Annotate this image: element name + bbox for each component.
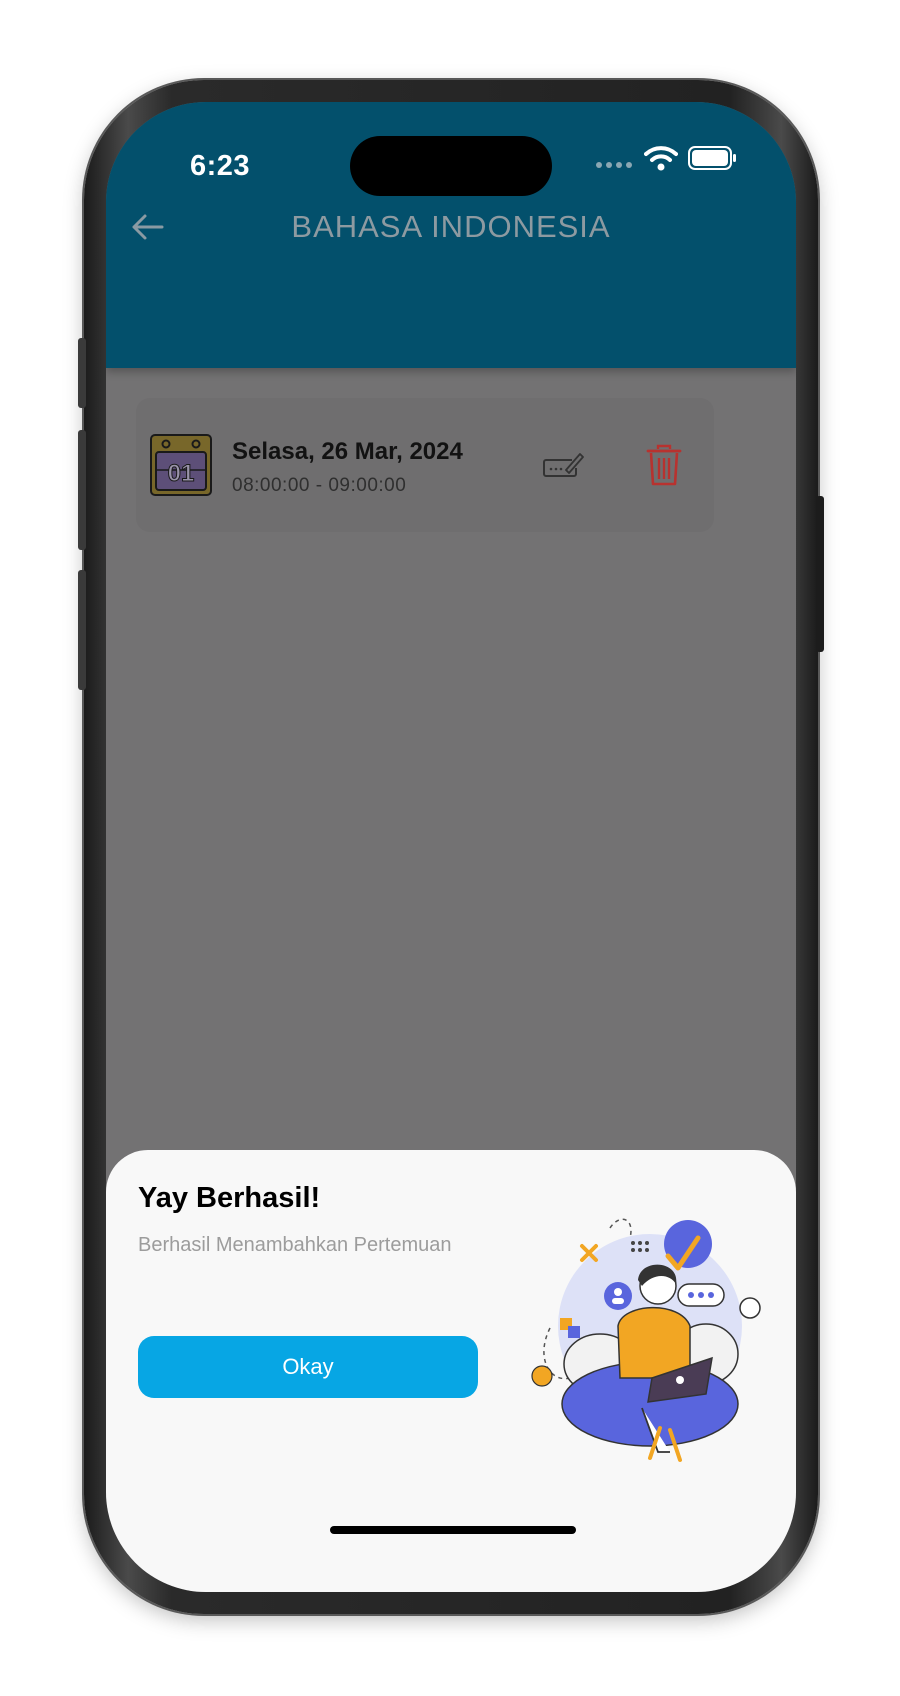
meeting-date: Selasa, 26 Mar, 2024 xyxy=(232,438,463,465)
edit-icon[interactable] xyxy=(542,450,584,480)
volume-up-button xyxy=(78,430,86,550)
phone-frame: 6:23 BAHASA INDONESIA 01 Selasa, 26 Mar,… xyxy=(78,80,824,1614)
signal-icon xyxy=(596,162,636,172)
person-laptop-illustration xyxy=(531,1218,761,1462)
volume-down-button xyxy=(78,570,86,690)
app-bar: 6:23 BAHASA INDONESIA xyxy=(106,102,796,368)
wifi-icon xyxy=(644,146,678,171)
meeting-time: 08:00:00 - 09:00:00 xyxy=(232,475,407,496)
dialog-title: Yay Berhasil! xyxy=(138,1182,321,1214)
trash-icon[interactable] xyxy=(646,444,682,486)
action-button xyxy=(78,338,86,408)
status-time: 6:23 xyxy=(190,150,251,182)
power-button xyxy=(816,496,824,652)
arrow-left-icon[interactable] xyxy=(130,212,166,242)
meeting-card[interactable]: 01 Selasa, 26 Mar, 2024 08:00:00 - 09:00… xyxy=(136,398,714,532)
dynamic-island xyxy=(350,136,552,196)
calendar-icon: 01 xyxy=(150,434,212,496)
page-title: BAHASA INDONESIA xyxy=(291,209,611,244)
svg-text:01: 01 xyxy=(168,460,195,487)
battery-icon xyxy=(688,146,736,170)
okay-button[interactable]: Okay xyxy=(138,1336,478,1398)
dialog-message: Berhasil Menambahkan Pertemuan xyxy=(138,1234,452,1256)
home-indicator[interactable] xyxy=(330,1526,576,1534)
screen: 6:23 BAHASA INDONESIA 01 Selasa, 26 Mar,… xyxy=(106,102,796,1592)
